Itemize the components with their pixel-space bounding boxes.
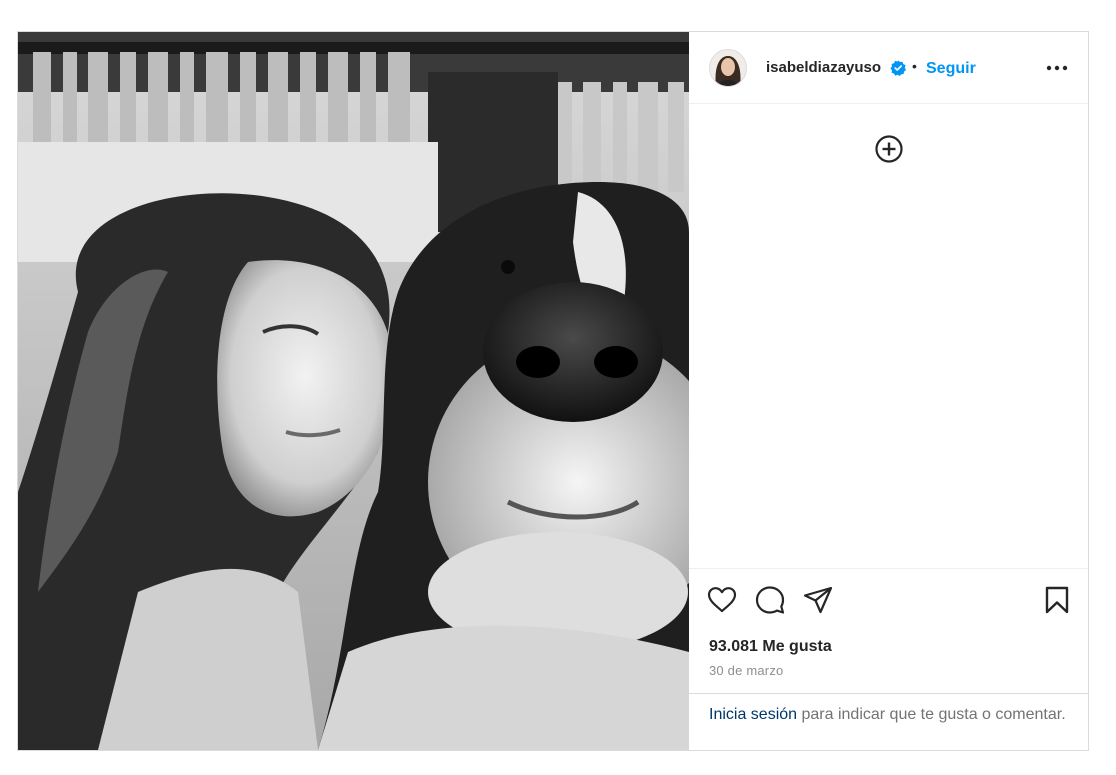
share-icon[interactable]	[803, 585, 833, 615]
username[interactable]: isabeldiazayuso	[766, 59, 881, 76]
add-circle-icon[interactable]	[874, 134, 904, 164]
post-card: isabeldiazayuso • Seguir 93.081 Me gusta…	[17, 31, 1089, 751]
post-photo	[18, 32, 689, 750]
more-options-icon[interactable]	[1045, 60, 1069, 76]
heart-icon[interactable]	[707, 585, 737, 615]
avatar[interactable]	[709, 49, 747, 87]
post-image[interactable]	[18, 32, 689, 750]
login-prompt: Inicia sesión para indicar que te gusta …	[689, 693, 1088, 750]
comment-icon[interactable]	[755, 585, 785, 615]
bookmark-icon[interactable]	[1042, 585, 1072, 615]
avatar-picture	[710, 50, 746, 86]
login-prompt-text: para indicar que te gusta o comentar.	[797, 706, 1066, 723]
action-bar: 93.081 Me gusta 30 de marzo	[689, 568, 1088, 694]
separator-dot: •	[912, 58, 917, 74]
post-date[interactable]: 30 de marzo	[709, 663, 783, 678]
verified-badge-icon	[890, 60, 906, 76]
login-link[interactable]: Inicia sesión	[709, 706, 797, 723]
post-header: isabeldiazayuso • Seguir	[689, 32, 1088, 104]
likes-count[interactable]: 93.081 Me gusta	[709, 638, 832, 656]
post-sidebar: isabeldiazayuso • Seguir 93.081 Me gusta…	[689, 32, 1088, 750]
follow-button[interactable]: Seguir	[926, 60, 976, 78]
